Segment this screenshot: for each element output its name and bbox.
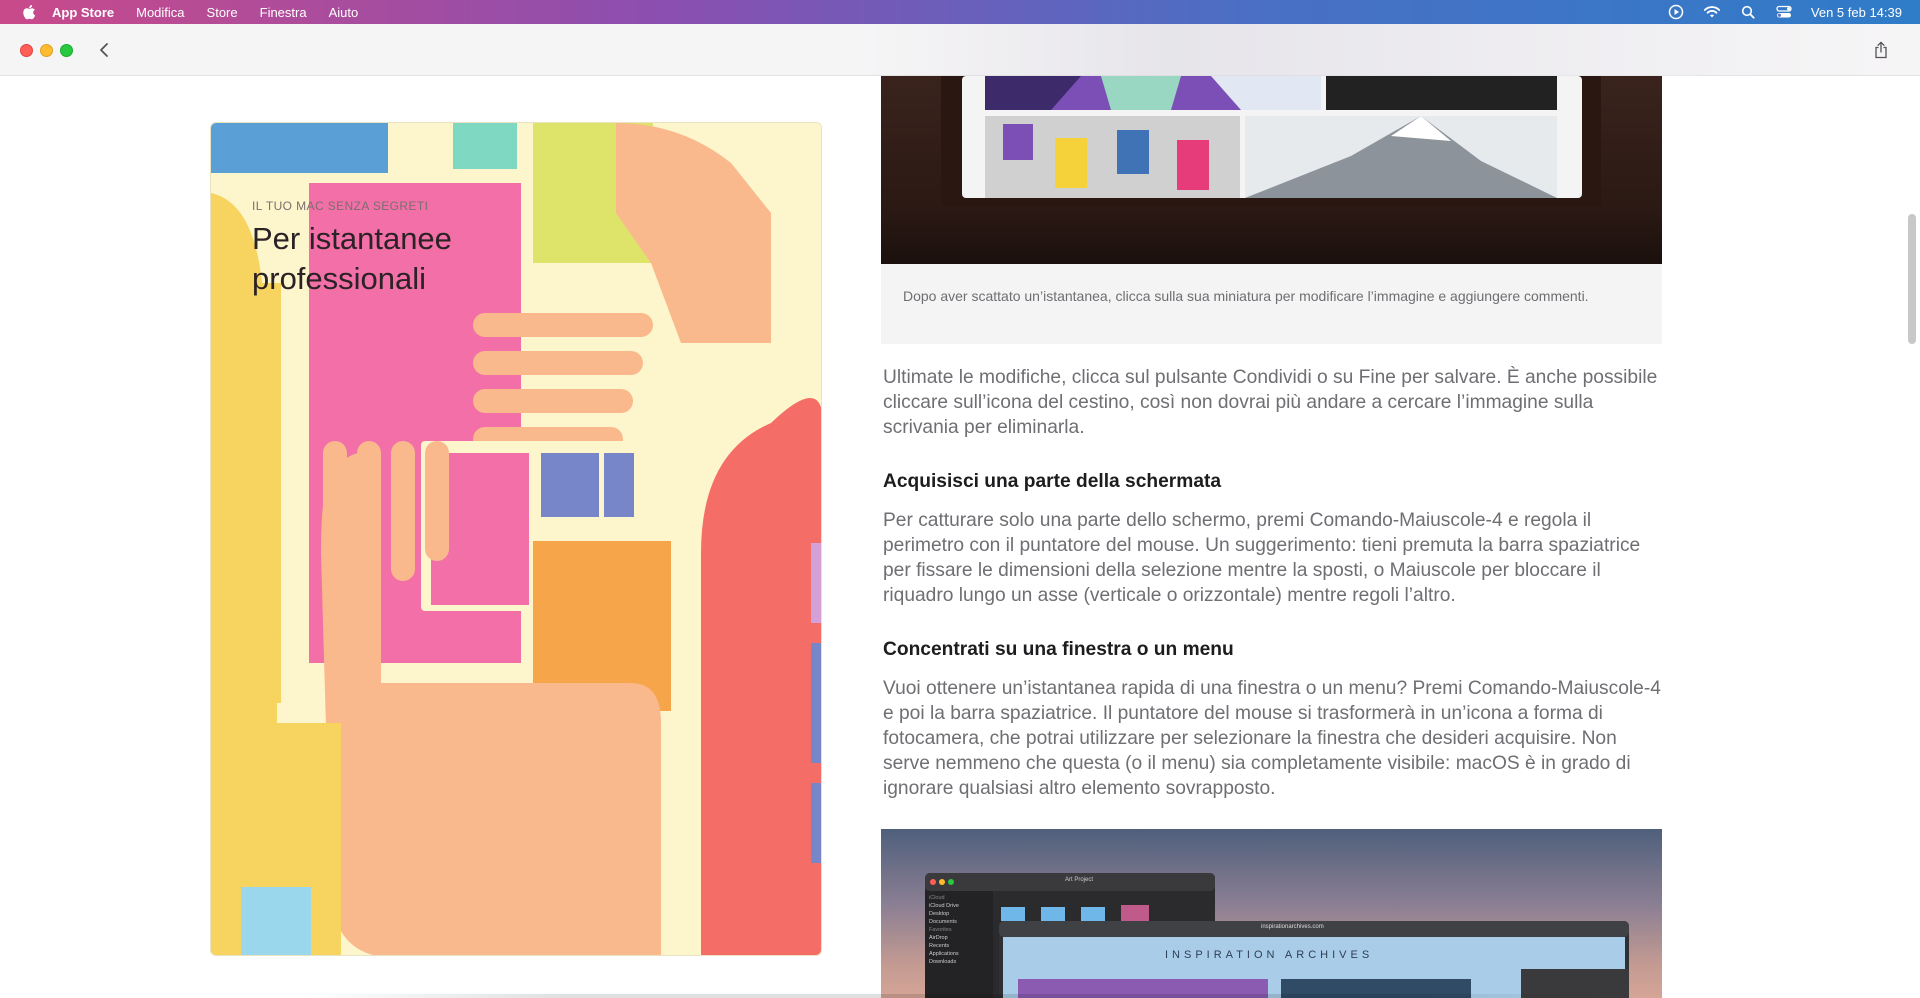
vertical-scrollbar[interactable] [1908,214,1916,344]
sidebar-item: Documents [929,919,957,925]
apple-menu-icon[interactable] [20,3,38,21]
search-icon[interactable] [1739,3,1757,21]
menu-store[interactable]: Store [207,5,238,20]
wifi-icon[interactable] [1703,3,1721,21]
paragraph-save: Ultimate le modifiche, clicca sul pulsan… [883,367,1658,438]
share-icon [1875,41,1887,59]
sidebar-item: Recents [929,943,950,949]
url-label: inspirationarchives.com [1261,924,1324,930]
chevron-left-icon [100,43,108,57]
menu-modifica[interactable]: Modifica [136,5,184,20]
clock[interactable]: Ven 5 feb 14:39 [1811,5,1902,20]
menu-bar: App Store Modifica Store Finestra Aiuto … [0,0,1920,24]
paragraph-capture-part: Per catturare solo una parte dello scher… [883,510,1641,606]
cover-eyebrow: IL TUO MAC SENZA SEGRETI [252,199,429,213]
minimize-window-button[interactable] [40,44,53,57]
sidebar-item: Downloads [929,959,957,965]
menu-app-store[interactable]: App Store [52,5,114,20]
photo-caption-box: Dopo aver scattato un’istantanea, clicca… [881,264,1662,344]
desk-photo-illustration [941,76,1601,206]
close-window-button[interactable] [20,44,33,57]
article-photo-top [881,76,1662,264]
heading-window-menu: Concentrati su una finestra o un menu [883,639,1234,660]
status-area: Ven 5 feb 14:39 [1667,0,1902,24]
title-bar [0,24,1920,76]
share-button[interactable] [1870,38,1892,62]
photo-caption: Dopo aver scattato un’istantanea, clicca… [903,288,1589,304]
banner-text: INSPIRATION ARCHIVES [1165,949,1374,961]
story-cover: IL TUO MAC SENZA SEGRETI Per istantanee … [210,122,822,956]
zoom-window-button[interactable] [60,44,73,57]
sidebar-item: AirDrop [929,935,948,941]
sidebar-header: Favorites [929,927,952,933]
menu-aiuto[interactable]: Aiuto [329,5,359,20]
titlebar-blur [860,24,1900,76]
app-window: IL TUO MAC SENZA SEGRETI Per istantanee … [0,24,1920,998]
finder-browser-illustration [925,873,1629,998]
heading-capture-part: Acquisisci una parte della schermata [883,471,1222,492]
back-button[interactable] [94,40,114,60]
sidebar-header: iCloud [929,895,945,901]
play-icon[interactable] [1667,3,1685,21]
menu-finestra[interactable]: Finestra [260,5,307,20]
sidebar-item: Applications [929,951,959,957]
control-center-icon[interactable] [1775,3,1793,21]
sidebar-item: iCloud Drive [929,903,959,909]
cover-title: Per istantanee professionali [252,221,452,296]
sidebar-item: Desktop [929,911,950,917]
finder-sidebar: iCloud iCloud Drive Desktop Documents Fa… [929,894,959,966]
window-title-label: Art Project [1065,877,1094,883]
article-photo-bottom: Art Project inspirationarchives.com INSP… [881,829,1662,998]
paragraph-window-menu: Vuoi ottenere un’istantanea rapida di un… [883,678,1661,799]
dock-shadow [300,994,1620,998]
